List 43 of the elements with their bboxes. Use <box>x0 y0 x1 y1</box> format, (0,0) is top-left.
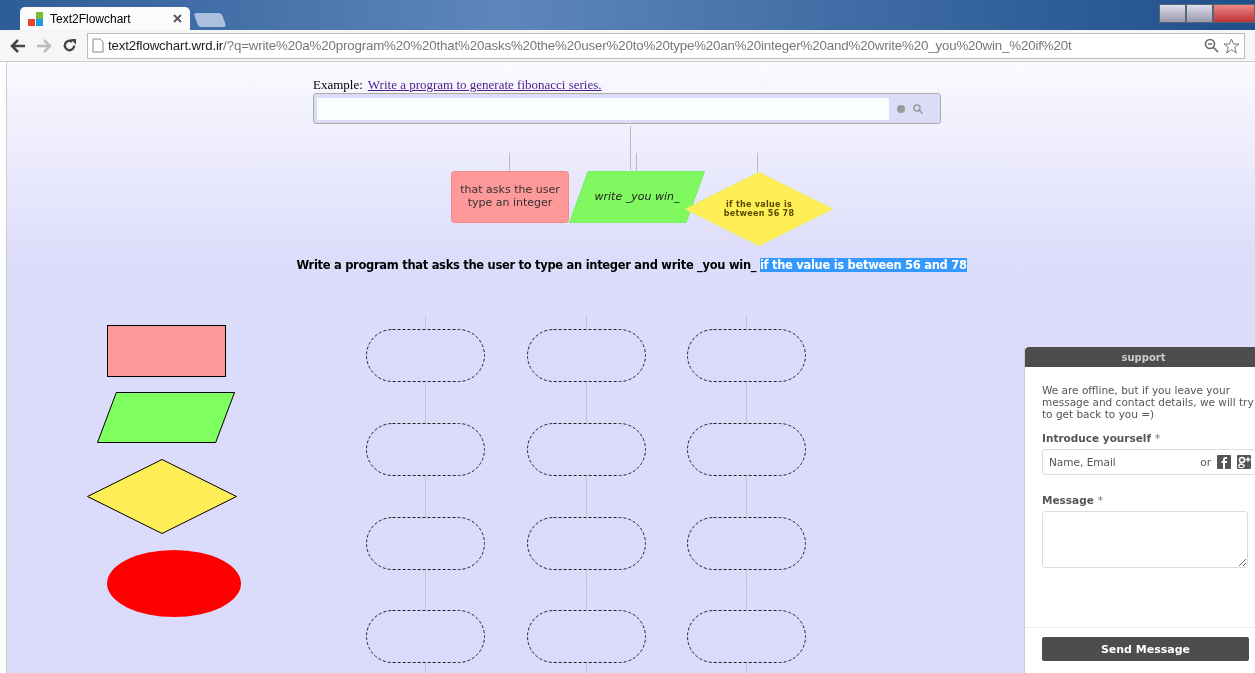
google-plus-icon[interactable] <box>1237 455 1251 469</box>
field-label: Introduce yourself <box>1042 432 1152 444</box>
message-field[interactable] <box>1042 511 1248 568</box>
minimize-button[interactable] <box>1159 4 1186 23</box>
browser-tab[interactable]: Text2Flowchart <box>20 7 190 30</box>
address-bar[interactable]: text2flowchart.wrd.ir/?q=write%20a%20program%20%20that%20asks%20the%20user%20to%20type%20an%20integer%20and%20write%20_you%20win_%20if%20t <box>87 32 1245 59</box>
input-output-shape[interactable] <box>569 171 705 223</box>
zoom-icon[interactable] <box>1204 38 1219 53</box>
palette-input-output-shape[interactable] <box>97 392 235 443</box>
chat-header[interactable]: support <box>1025 347 1255 367</box>
palette-terminal-ellipse[interactable] <box>107 550 241 617</box>
close-icon[interactable] <box>173 14 182 23</box>
decision-diamond[interactable] <box>685 172 833 246</box>
send-message-button[interactable]: Send Message <box>1042 637 1249 661</box>
page-icon <box>92 38 104 53</box>
contact-field[interactable]: Name, Email or <box>1042 449 1255 475</box>
field-label: Message <box>1042 494 1094 506</box>
close-window-button[interactable] <box>1213 4 1255 23</box>
facebook-icon[interactable] <box>1217 455 1231 469</box>
or-label: or <box>1200 456 1211 468</box>
process-box[interactable] <box>451 171 569 223</box>
palette-process-box[interactable] <box>107 325 226 377</box>
required-mark: * <box>1097 494 1104 506</box>
new-tab-button[interactable] <box>193 13 227 27</box>
search-field[interactable] <box>317 97 889 120</box>
back-icon[interactable] <box>10 38 26 53</box>
required-mark: * <box>1155 432 1161 444</box>
reload-icon[interactable] <box>62 38 77 53</box>
problem-sentence: Write a program that asks the user to type an integer and write _you win_ if the value is between 56 and 78 <box>296 258 967 272</box>
example-link[interactable]: Write a program to generate fibonacci series. <box>367 77 602 93</box>
node-label: write _you win_ <box>594 190 680 204</box>
chat-title: support <box>1121 351 1166 363</box>
forward-icon[interactable] <box>36 38 52 53</box>
logo-icon <box>28 10 44 27</box>
dot-icon[interactable] <box>897 104 905 113</box>
node-label: if the value is between 56 78 <box>722 199 796 219</box>
star-icon[interactable] <box>1223 37 1240 54</box>
palette-decision-diamond[interactable] <box>87 459 237 534</box>
offline-message: We are offline, but if you leave your message and contact details, we will try to get back to you =) <box>1042 384 1255 420</box>
node-label: that asks the user type an integer <box>459 184 561 210</box>
restore-button[interactable] <box>1186 4 1213 23</box>
example-label: Example: <box>313 77 363 93</box>
search-icon[interactable] <box>913 103 923 114</box>
